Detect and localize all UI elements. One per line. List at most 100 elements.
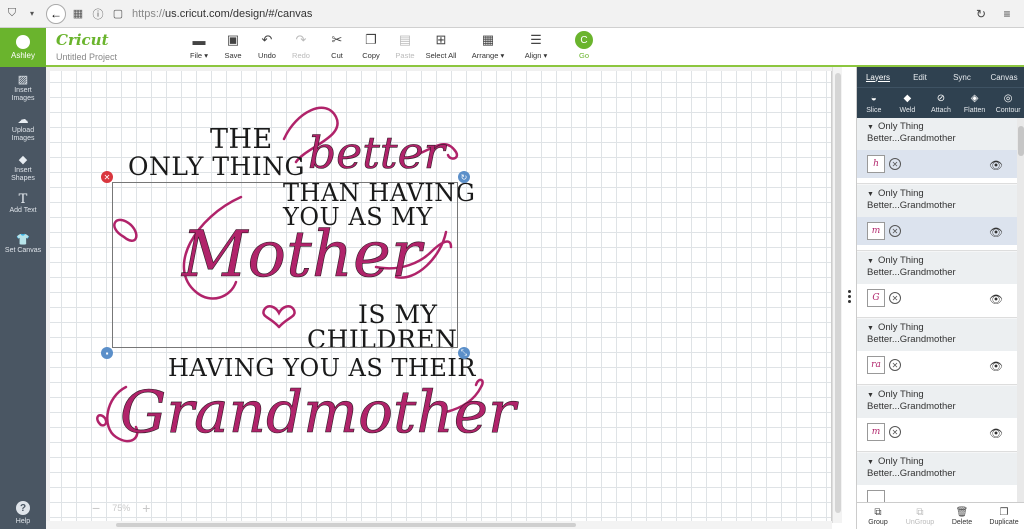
lock-handle[interactable]: ▪	[101, 347, 113, 359]
layers-scrollbar[interactable]	[1017, 118, 1024, 502]
project-name[interactable]: Untitled Project	[56, 52, 117, 62]
layer-group[interactable]: ▼ Only Thing Better...Grandmother m ✕ 👁	[857, 386, 1017, 452]
eye-icon[interactable]: 👁	[989, 293, 1003, 306]
contour-button[interactable]: ◎ Contour	[991, 88, 1024, 118]
apps-icon[interactable]: ▦	[70, 6, 86, 22]
eye-icon[interactable]: 👁	[989, 226, 1003, 239]
arrange-menu-button[interactable]: ▦ Arrange ▾	[468, 32, 508, 60]
align-menu-button[interactable]: ☰ Align ▾	[516, 32, 556, 60]
sidebar-item-insert-shapes[interactable]: ◆ Insert Shapes	[0, 153, 46, 183]
menu-icon[interactable]: ≡	[998, 5, 1016, 23]
panel-resize-grip[interactable]	[846, 290, 852, 303]
layer-row[interactable]: h ✕ 👁	[857, 150, 1017, 178]
go-button[interactable]: C Go	[564, 31, 604, 60]
triangle-down-icon: ▼	[867, 258, 874, 265]
layer-row[interactable]: ra ✕ 👁	[857, 351, 1017, 379]
hide-contour-icon[interactable]: ✕	[889, 359, 901, 371]
sidebar-item-set-canvas[interactable]: 👕 Set Canvas	[0, 233, 46, 255]
slice-button[interactable]: ◒ Slice	[857, 88, 891, 118]
browser-toolbar: ⛉ ▾ ← ▦ ⓘ ▢ https://us.cricut.com/design…	[0, 0, 1024, 28]
hide-contour-icon[interactable]: ✕	[889, 426, 901, 438]
canvas-horizontal-scrollbar[interactable]	[46, 521, 832, 529]
layer-tools: ◒ Slice ◆ Weld ⊘ Attach ◈ Flatten ◎ Contour	[857, 87, 1024, 118]
canvas-vertical-scrollbar[interactable]	[832, 67, 842, 523]
eye-icon[interactable]: 👁	[989, 360, 1003, 373]
hide-contour-icon[interactable]: ✕	[889, 158, 901, 170]
layer-thumbnail: ra	[867, 356, 885, 374]
layer-group-header[interactable]: ▼ Only Thing Better...Grandmother	[857, 252, 1017, 284]
layer-group-header[interactable]: ▼ Only Thing Better...Grandmother	[857, 185, 1017, 217]
layer-row[interactable]: m ✕ 👁	[857, 418, 1017, 446]
avatar	[16, 35, 30, 49]
eye-icon[interactable]: 👁	[989, 159, 1003, 172]
tab-edit[interactable]: Edit	[899, 67, 941, 87]
redo-button[interactable]: ↷ Redo	[281, 32, 321, 60]
zoom-in-button[interactable]: +	[142, 500, 150, 516]
hide-contour-icon[interactable]: ✕	[889, 225, 901, 237]
text-icon: T	[18, 191, 28, 207]
weld-button[interactable]: ◆ Weld	[891, 88, 925, 118]
delete-button[interactable]: 🗑 Delete	[941, 503, 983, 529]
ungroup-icon: ⧉	[916, 506, 924, 518]
address-bar[interactable]: https://us.cricut.com/design/#/canvas	[132, 8, 972, 20]
rotate-handle[interactable]: ↻	[458, 171, 470, 183]
tab-canvas[interactable]: Canvas	[983, 67, 1024, 87]
hide-contour-icon[interactable]: ✕	[889, 292, 901, 304]
eye-icon[interactable]: 👁	[989, 427, 1003, 440]
layer-group[interactable]: ▼ Only Thing Better...Grandmother ra ✕ 👁	[857, 319, 1017, 385]
help-button[interactable]: ? Help	[0, 501, 46, 525]
layer-actions: ⧉ Group ⧉ UnGroup 🗑 Delete ❐ Duplicate	[857, 502, 1024, 529]
flatten-icon: ◈	[970, 93, 979, 104]
triangle-down-icon: ▼	[867, 459, 874, 466]
layer-row[interactable]: G ✕ 👁	[857, 284, 1017, 312]
ungroup-button[interactable]: ⧉ UnGroup	[899, 503, 941, 529]
panel-tabs: Layers Edit Sync Canvas	[857, 67, 1024, 87]
layer-thumbnail: h	[867, 155, 885, 173]
chevron-down-icon[interactable]: ▾	[24, 6, 40, 22]
tshirt-icon: 👕	[16, 233, 30, 246]
sidebar-item-add-text[interactable]: T Add Text	[0, 191, 46, 215]
zoom-out-button[interactable]: −	[92, 500, 100, 516]
align-icon: ☰	[530, 32, 542, 47]
reload-icon[interactable]: ↻	[972, 5, 990, 23]
tab-layers[interactable]: Layers	[857, 67, 899, 87]
design-line-the: THE	[210, 124, 273, 155]
duplicate-icon: ❐	[999, 506, 1009, 518]
resize-handle[interactable]: ⤡	[458, 347, 470, 359]
sidebar-item-insert-images[interactable]: ▨ Insert Images	[0, 73, 46, 103]
layer-group[interactable]: ▼ Only Thing Better...Grandmother	[857, 453, 1017, 502]
duplicate-button[interactable]: ❐ Duplicate	[983, 503, 1024, 529]
layer-group-header[interactable]: ▼ Only Thing Better...Grandmother	[857, 453, 1017, 485]
help-icon: ?	[16, 501, 30, 515]
info-icon[interactable]: ⓘ	[90, 6, 106, 22]
back-button[interactable]: ←	[46, 3, 66, 24]
layer-row[interactable]	[857, 485, 1017, 502]
go-icon: C	[575, 31, 593, 49]
upload-icon: ☁	[17, 113, 29, 126]
layer-group-header[interactable]: ▼ Only Thing Better...Grandmother	[857, 118, 1017, 150]
flatten-button[interactable]: ◈ Flatten	[958, 88, 992, 118]
arrange-icon: ▦	[481, 32, 495, 47]
paste-button[interactable]: ▤ Paste	[385, 32, 425, 60]
layer-thumbnail: m	[867, 423, 885, 441]
layer-group[interactable]: ▼ Only Thing Better...Grandmother h ✕ 👁	[857, 118, 1017, 184]
extension-icon[interactable]: ⛉	[4, 6, 20, 22]
attach-button[interactable]: ⊘ Attach	[924, 88, 958, 118]
layer-group[interactable]: ▼ Only Thing Better...Grandmother m ✕ 👁	[857, 185, 1017, 251]
selection-box[interactable]	[112, 182, 458, 348]
group-button[interactable]: ⧉ Group	[857, 503, 899, 529]
sidebar-item-upload-images[interactable]: ☁ Upload Images	[0, 113, 46, 143]
delete-handle[interactable]: ✕	[101, 171, 113, 183]
select-all-button[interactable]: ⊞ Select All	[421, 32, 461, 60]
layer-group-header[interactable]: ▼ Only Thing Better...Grandmother	[857, 386, 1017, 418]
app-header: Ashley Cricut Untitled Project ▬ File ▾ …	[0, 28, 1024, 67]
layer-group-header[interactable]: ▼ Only Thing Better...Grandmother	[857, 319, 1017, 351]
save-icon: ▣	[226, 32, 240, 47]
layer-group[interactable]: ▼ Only Thing Better...Grandmother G ✕ 👁	[857, 252, 1017, 318]
undo-icon: ↶	[261, 32, 273, 47]
group-icon: ⧉	[874, 506, 882, 518]
user-menu-button[interactable]: Ashley	[0, 28, 46, 67]
design-script-better: better	[308, 128, 445, 180]
tab-sync[interactable]: Sync	[941, 67, 983, 87]
layer-row[interactable]: m ✕ 👁	[857, 217, 1017, 245]
